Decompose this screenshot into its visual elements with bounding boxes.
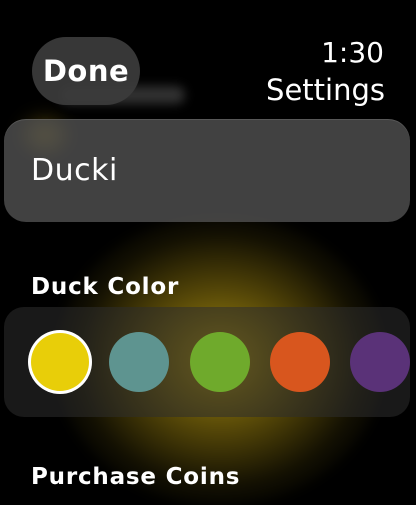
duck-name-value: Ducki — [31, 153, 118, 188]
color-swatch-green[interactable] — [190, 332, 250, 392]
duck-color-label: Duck Color — [31, 274, 180, 300]
duck-color-picker — [4, 307, 410, 417]
page-title: Settings — [266, 73, 385, 107]
done-button[interactable]: Done — [32, 37, 140, 105]
color-swatch-orange[interactable] — [270, 332, 330, 392]
purchase-coins-label[interactable]: Purchase Coins — [31, 464, 240, 490]
color-swatch-yellow[interactable] — [31, 333, 89, 391]
color-swatch-teal[interactable] — [109, 332, 169, 392]
color-swatch-purple[interactable] — [350, 332, 410, 392]
duck-name-field[interactable]: Ducki — [4, 119, 410, 222]
clock-time: 1:30 — [321, 36, 384, 69]
